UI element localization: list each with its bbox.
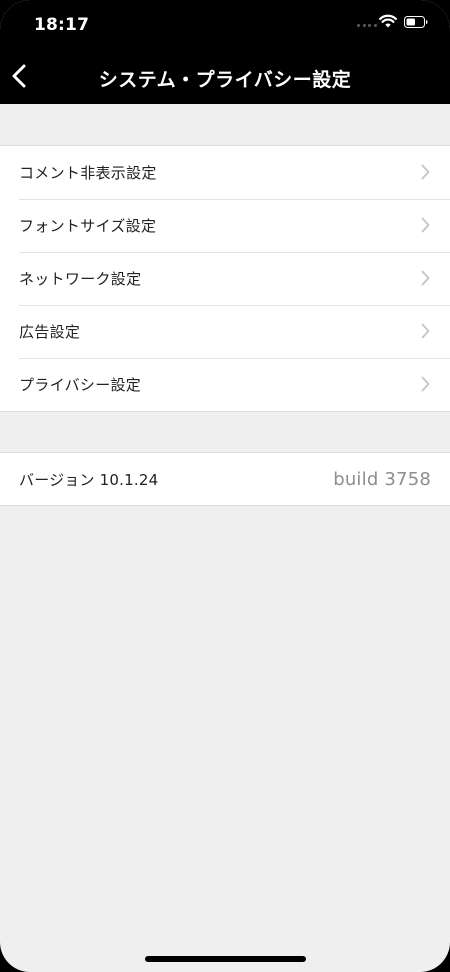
settings-item-network[interactable]: ネットワーク設定: [0, 252, 450, 305]
settings-item-comment-hide[interactable]: コメント非表示設定: [0, 146, 450, 199]
settings-item-font-size[interactable]: フォントサイズ設定: [0, 199, 450, 252]
settings-item-ads[interactable]: 広告設定: [0, 305, 450, 358]
version-label: バージョン 10.1.24: [19, 470, 159, 489]
version-row: バージョン 10.1.24 build 3758: [0, 453, 450, 505]
build-number: build 3758: [333, 468, 431, 490]
settings-item-label: ネットワーク設定: [19, 270, 142, 288]
settings-list: コメント非表示設定 フォントサイズ設定 ネットワーク設定 広告設定 プライバシー…: [0, 145, 450, 412]
wifi-icon: [379, 14, 397, 28]
chevron-right-icon: [421, 270, 430, 286]
page-title: システム・プライバシー設定: [98, 69, 352, 91]
header: 18:17 システム・プライバシー設定: [0, 0, 450, 104]
chevron-right-icon: [421, 376, 430, 392]
home-indicator[interactable]: [145, 956, 306, 962]
settings-item-label: 広告設定: [19, 323, 81, 341]
battery-icon: [404, 16, 428, 28]
settings-item-label: プライバシー設定: [19, 376, 142, 394]
chevron-right-icon: [421, 164, 430, 180]
chevron-right-icon: [421, 217, 430, 233]
settings-item-label: コメント非表示設定: [19, 164, 157, 182]
cellular-signal-icon: [357, 24, 377, 28]
settings-item-privacy[interactable]: プライバシー設定: [0, 358, 450, 411]
chevron-right-icon: [421, 323, 430, 339]
status-time: 18:17: [34, 15, 90, 35]
app-screen: 18:17 システム・プライバシー設定 コメント非表示設定 フォントサイズ設定 …: [0, 0, 450, 972]
version-section: バージョン 10.1.24 build 3758: [0, 452, 450, 506]
settings-item-label: フォントサイズ設定: [19, 217, 157, 235]
